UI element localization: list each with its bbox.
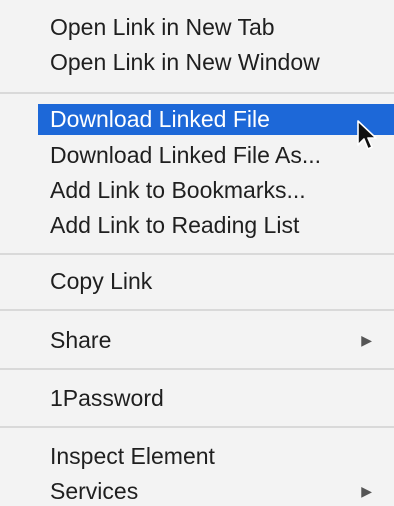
menu-item-label: Copy Link <box>50 268 153 294</box>
menu-item-label: Download Linked File <box>50 106 270 132</box>
menu-separator <box>0 426 394 428</box>
menu-item-label: Open Link in New Window <box>50 49 320 75</box>
menu-item-label: Download Linked File As... <box>50 142 322 168</box>
menu-separator <box>0 368 394 370</box>
menu-item-label: Add Link to Reading List <box>50 212 300 238</box>
menu-item-label: Add Link to Bookmarks... <box>50 177 306 203</box>
menu-item-label: 1Password <box>50 385 164 411</box>
menu-item-add-link-to-reading-list[interactable]: Add Link to Reading List <box>38 210 394 241</box>
menu-item-label: Inspect Element <box>50 443 215 469</box>
menu-item-label: Share <box>50 327 112 353</box>
menu-item-open-link-new-tab[interactable]: Open Link in New Tab <box>38 12 394 43</box>
menu-item-label: Services <box>50 478 139 504</box>
menu-item-1password[interactable]: 1Password <box>38 383 394 414</box>
context-menu: Open Link in New Tab Open Link in New Wi… <box>0 0 394 506</box>
triangle-right-icon: ▶ <box>361 332 372 348</box>
menu-separator <box>0 309 394 311</box>
menu-item-copy-link[interactable]: Copy Link <box>38 266 394 297</box>
menu-item-label: Open Link in New Tab <box>50 14 275 40</box>
menu-item-inspect-element[interactable]: Inspect Element <box>38 441 394 472</box>
arrow-pointer-icon <box>357 120 377 150</box>
menu-separator <box>0 253 394 255</box>
menu-item-share[interactable]: Share ▶ <box>38 325 394 356</box>
menu-item-download-linked-file[interactable]: Download Linked File <box>38 104 394 135</box>
triangle-right-icon: ▶ <box>361 483 372 499</box>
menu-item-download-linked-file-as[interactable]: Download Linked File As... <box>38 140 394 171</box>
menu-item-services[interactable]: Services ▶ <box>38 476 394 506</box>
menu-item-open-link-new-window[interactable]: Open Link in New Window <box>38 47 394 78</box>
menu-item-add-link-to-bookmarks[interactable]: Add Link to Bookmarks... <box>38 175 394 206</box>
menu-separator <box>0 92 394 94</box>
